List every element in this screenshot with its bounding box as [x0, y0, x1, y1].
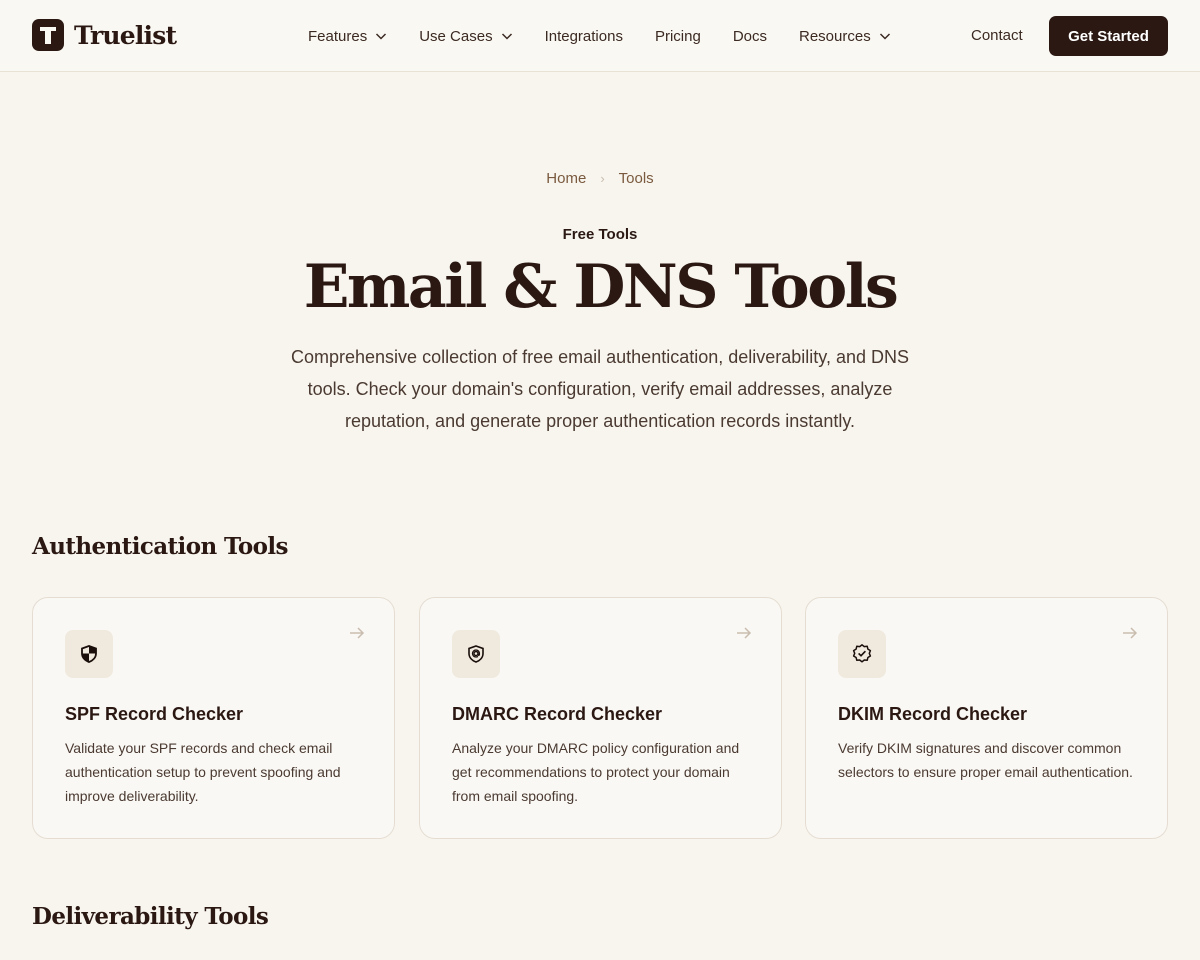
nav-docs-label: Docs — [732, 27, 767, 45]
nav-features-label: Features — [308, 27, 368, 45]
nav-docs[interactable]: Docs — [733, 28, 767, 45]
card-description: Validate your SPF records and check emai… — [65, 740, 341, 804]
chevron-right-icon: › — [600, 171, 605, 186]
tool-card-spf[interactable]: SPF Record Checker Validate your SPF rec… — [32, 597, 395, 839]
shield-at-icon — [452, 630, 500, 678]
site-header: Truelist Features Use Cases Integrations… — [0, 0, 1200, 72]
nav-integrations-label: Integrations — [544, 27, 623, 45]
nav-use-cases[interactable]: Use Cases — [419, 28, 512, 45]
nav-use-cases-label: Use Cases — [419, 27, 493, 45]
nav-pricing[interactable]: Pricing — [655, 28, 701, 45]
nav-pricing-label: Pricing — [654, 27, 701, 45]
hero-description: Comprehensive collection of free email a… — [291, 347, 909, 431]
arrow-right-icon — [1123, 627, 1138, 639]
arrow-right-icon — [350, 627, 365, 639]
get-started-button[interactable]: Get Started — [1049, 16, 1168, 56]
chevron-down-icon — [501, 33, 512, 40]
brand-name: Truelist — [74, 20, 177, 50]
nav-resources-label: Resources — [799, 27, 871, 45]
brand-logo[interactable]: Truelist — [32, 19, 177, 51]
card-title: SPF Record Checker — [65, 704, 244, 724]
hero-eyebrow: Free Tools — [562, 226, 638, 243]
shield-icon — [65, 630, 113, 678]
card-description: Verify DKIM signatures and discover comm… — [838, 740, 1133, 780]
section-title-authentication: Authentication Tools — [32, 533, 288, 560]
truelist-logo-icon — [32, 19, 64, 51]
breadcrumb-home[interactable]: Home — [546, 170, 586, 187]
main-nav: Features Use Cases Integrations Pricing … — [308, 0, 923, 72]
card-title: DMARC Record Checker — [452, 704, 663, 724]
card-title: DKIM Record Checker — [838, 704, 1028, 724]
breadcrumb-current[interactable]: Tools — [619, 170, 654, 187]
breadcrumb: Home › Tools — [0, 170, 1200, 187]
chevron-down-icon — [376, 33, 387, 40]
contact-link[interactable]: Contact — [971, 27, 1023, 44]
nav-features[interactable]: Features — [308, 28, 387, 45]
card-description: Analyze your DMARC policy configuration … — [452, 740, 740, 804]
page-title: Email & DNS Tools — [303, 252, 899, 322]
nav-resources[interactable]: Resources — [799, 28, 891, 45]
arrow-right-icon — [737, 627, 752, 639]
chevron-down-icon — [879, 33, 890, 40]
tool-card-dmarc[interactable]: DMARC Record Checker Analyze your DMARC … — [419, 597, 782, 839]
badge-check-icon — [838, 630, 886, 678]
section-title-deliverability: Deliverability Tools — [32, 903, 269, 930]
tool-card-dkim[interactable]: DKIM Record Checker Verify DKIM signatur… — [805, 597, 1168, 839]
nav-integrations[interactable]: Integrations — [545, 28, 623, 45]
